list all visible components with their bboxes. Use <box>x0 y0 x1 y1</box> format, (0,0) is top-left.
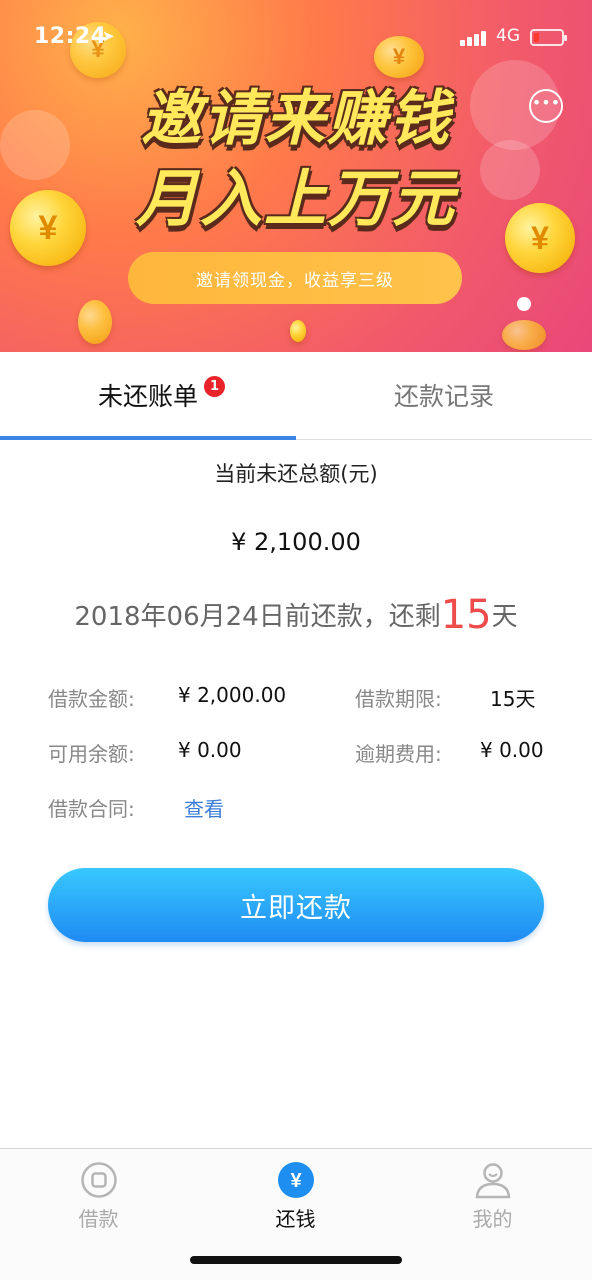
tab-unpaid-bills[interactable]: 未还账单 <box>0 352 296 438</box>
active-tab-indicator <box>0 436 296 440</box>
nav-item-borrow[interactable]: 借款 <box>0 1149 197 1239</box>
available-balance-label: 可用余额: <box>48 742 135 766</box>
due-date-text: 2018年06月24日前还款，还剩 <box>74 602 441 632</box>
coin-icon <box>78 300 112 344</box>
loan-term-label: 借款期限: <box>355 687 442 711</box>
promo-banner[interactable]: ¥ ¥ ¥ ¥ 12:24 ➤ 4G 邀请来赚钱 月入上万元 邀请领现金，收益享… <box>0 0 592 352</box>
decorative-bubble <box>0 110 70 180</box>
borrow-icon <box>80 1161 118 1199</box>
days-unit: 天 <box>491 602 518 632</box>
status-bar: 12:24 ➤ 4G <box>0 0 592 74</box>
coin-icon: ¥ <box>505 203 575 273</box>
tab-label: 未还账单 <box>97 382 198 411</box>
due-date-notice: 2018年06月24日前还款，还剩15天 <box>0 592 592 638</box>
chat-bubble-icon[interactable]: ••• <box>529 89 563 123</box>
carousel-page-dot <box>517 297 531 311</box>
loan-contract-label: 借款合同: <box>48 797 135 821</box>
yen-coin-icon: ¥ <box>277 1161 315 1199</box>
signal-strength-icon <box>460 30 488 46</box>
tab-label: 还款记录 <box>393 382 494 411</box>
coin-icon: ¥ <box>10 190 86 266</box>
battery-icon <box>530 29 567 46</box>
invite-pill-button[interactable]: 邀请领现金，收益享三级 <box>128 252 462 304</box>
overdue-fee-value: ¥ 0.00 <box>480 738 544 762</box>
total-outstanding-label: 当前未还总额(元) <box>214 462 378 486</box>
nav-item-mine[interactable]: 我的 <box>394 1149 591 1239</box>
banner-headline-1: 邀请来赚钱 <box>141 84 451 154</box>
status-time: 12:24 <box>34 24 107 49</box>
total-outstanding-amount: ¥ 2,100.00 <box>231 528 361 556</box>
network-type: 4G <box>496 26 520 46</box>
nav-label: 借款 <box>78 1207 119 1231</box>
yen-symbol: ¥ <box>290 1170 302 1192</box>
location-arrow-icon: ➤ <box>102 27 115 45</box>
notification-badge: 1 <box>204 376 225 397</box>
coin-icon <box>502 320 546 350</box>
nav-label: 我的 <box>472 1207 513 1231</box>
tab-repayment-records[interactable]: 还款记录 <box>296 352 592 438</box>
overdue-fee-label: 逾期费用: <box>355 742 442 766</box>
user-icon <box>474 1161 512 1199</box>
nav-item-repay[interactable]: ¥ 还钱 <box>197 1149 394 1239</box>
bill-tabs: 未还账单 1 还款记录 <box>0 352 592 440</box>
loan-amount-label: 借款金额: <box>48 687 135 711</box>
nav-label: 还钱 <box>275 1207 316 1231</box>
days-remaining: 15 <box>440 592 492 638</box>
coin-icon <box>290 320 306 342</box>
home-indicator <box>190 1256 402 1264</box>
available-balance-value: ¥ 0.00 <box>178 738 242 762</box>
view-contract-link[interactable]: 查看 <box>184 793 224 822</box>
loan-term-value: 15天 <box>490 687 536 711</box>
banner-headline-2: 月入上万元 <box>135 162 456 235</box>
repay-now-button[interactable]: 立即还款 <box>48 868 544 942</box>
loan-amount-value: ¥ 2,000.00 <box>178 683 287 707</box>
